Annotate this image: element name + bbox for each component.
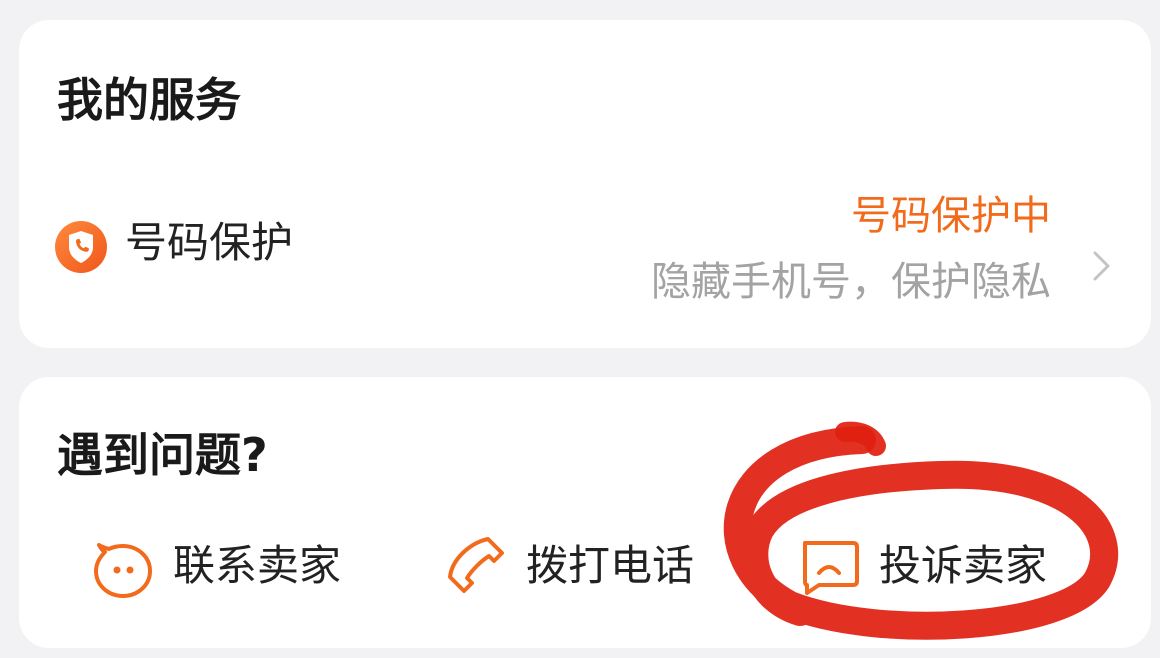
protection-status: 号码保护中 xyxy=(851,193,1051,239)
complaint-icon xyxy=(803,541,859,595)
call-label: 拨打电话 xyxy=(526,541,695,590)
problems-card: 遇到问题? 联系卖家 拨打电话 投诉卖家 xyxy=(19,377,1151,648)
chat-face-icon xyxy=(94,543,152,598)
protection-description: 隐藏手机号，保护隐私 xyxy=(651,259,1051,305)
shield-phone-icon xyxy=(55,221,107,273)
services-card: 我的服务 号码保护 号码保护中 隐藏手机号，保护隐私 xyxy=(19,20,1151,348)
complain-seller-label: 投诉卖家 xyxy=(879,541,1048,590)
phone-icon xyxy=(448,537,504,593)
contact-seller-label: 联系卖家 xyxy=(173,541,342,590)
number-protection-row[interactable]: 号码保护 号码保护中 隐藏手机号，保护隐私 xyxy=(19,180,1151,320)
number-protection-label: 号码保护 xyxy=(125,218,294,267)
problems-title: 遇到问题? xyxy=(57,428,268,482)
services-title: 我的服务 xyxy=(57,73,241,127)
complain-seller-button[interactable]: 投诉卖家 xyxy=(797,535,1097,599)
call-button[interactable]: 拨打电话 xyxy=(444,535,744,599)
contact-seller-button[interactable]: 联系卖家 xyxy=(91,535,391,599)
chevron-right-icon xyxy=(1093,251,1110,281)
